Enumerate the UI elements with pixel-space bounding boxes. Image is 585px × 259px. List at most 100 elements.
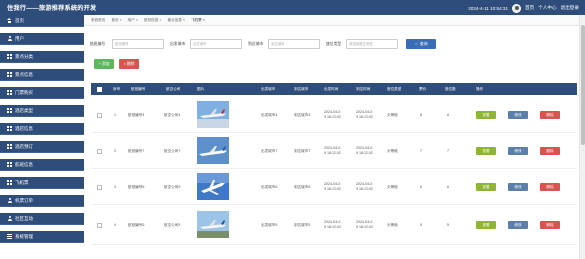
delete-button[interactable]: 删除 (540, 147, 560, 155)
sidebar-item-ticket-purchase[interactable]: 门票购买 (0, 87, 84, 99)
flight-image (197, 211, 229, 238)
cell-flight-no: 航班编号6 (128, 185, 145, 189)
sidebar-item-community[interactable]: 社区互动 (0, 213, 84, 225)
tab-attraction-info[interactable]: 景点信息 × (167, 18, 184, 23)
sidebar-item-hotel-booking[interactable]: 酒店预订 (0, 141, 84, 153)
grid-icon (7, 54, 12, 59)
flight-image (197, 137, 229, 164)
heart-icon: ♡ (414, 42, 418, 47)
view-button[interactable]: 查看 (476, 221, 496, 229)
delete-label: 删除 (126, 61, 135, 66)
cell-index: 4 (114, 223, 116, 227)
col-arrive-time: 到达时间 (356, 87, 371, 91)
search-bar: 航班编号 航班编号 出发城市 出发城市 到达城市 到达城市 座位类型 请选择座位… (84, 39, 579, 49)
cell-arrive-time: 2024-04-0 9 18:12:02 (356, 110, 373, 119)
sidebar-item-label: 系统管理 (15, 233, 33, 239)
cell-airline: 航空公司5 (164, 223, 181, 227)
app-title: 住我行——旅游推荐系统的开发 (7, 5, 97, 12)
home-link[interactable]: 首页 (525, 5, 534, 11)
cell-seat-type: 头等舱 (387, 223, 398, 227)
sidebar-item-home[interactable]: 首页 (0, 15, 84, 27)
avatar[interactable] (512, 3, 522, 13)
row-checkbox[interactable] (97, 149, 102, 154)
grid-icon (7, 144, 12, 149)
cell-arrive-time: 2024-04-0 9 18:12:02 (356, 146, 373, 155)
sidebar-item-air-ticket[interactable]: 飞机票 (0, 177, 84, 189)
col-actions: 操作 (476, 87, 484, 91)
cell-flight-no: 航班编号5 (128, 223, 145, 227)
tab-system-home[interactable]: 系统首页 (91, 18, 105, 23)
cell-airline: 航空公司7 (164, 149, 181, 153)
view-button[interactable]: 查看 (476, 183, 496, 191)
sidebar-item-label: 社区互动 (15, 215, 33, 221)
view-button[interactable]: 查看 (476, 111, 496, 119)
logout-link[interactable]: 退出登录 (561, 5, 579, 11)
cell-seats: 6 (447, 185, 449, 189)
edit-button[interactable]: 修改 (508, 111, 528, 119)
tab-air-ticket[interactable]: 飞机票 × (191, 18, 205, 23)
cell-depart-city: 出发城市5 (261, 223, 278, 227)
sidebar-item-hotel-info[interactable]: 酒店信息 (0, 123, 84, 135)
cell-arrive-city: 到达城市5 (294, 223, 311, 227)
cell-airline: 航空公司4 (164, 113, 181, 117)
col-index: 序号 (113, 87, 121, 91)
home-icon (7, 18, 12, 23)
plus-icon: + (98, 62, 101, 66)
grid-icon (7, 180, 12, 185)
depart-city-label: 出发城市 (170, 41, 186, 46)
grid-icon (7, 126, 12, 131)
row-checkbox[interactable] (97, 223, 102, 228)
tab-home[interactable]: 首页 × (111, 18, 121, 23)
edit-button[interactable]: 修改 (508, 147, 528, 155)
delete-button[interactable]: 删除 (540, 221, 560, 229)
sidebar-item-flight-info[interactable]: 航班信息 (0, 159, 84, 171)
batch-delete-button[interactable]: × 删除 (119, 59, 139, 69)
arrive-city-input[interactable]: 到达城市 (268, 39, 320, 49)
cell-flight-no: 航班编号7 (128, 149, 145, 153)
sidebar-item-attraction-category[interactable]: 景点分类 (0, 51, 84, 63)
sidebar-item-users[interactable]: 用户 (0, 33, 84, 45)
edit-button[interactable]: 修改 (508, 183, 528, 191)
col-price: 票价 (419, 87, 427, 91)
add-button[interactable]: + 添加 (94, 59, 114, 69)
delete-button[interactable]: 删除 (540, 111, 560, 119)
cell-arrive-city: 到达城市7 (294, 149, 311, 153)
cell-seat-type: 头等舱 (387, 149, 398, 153)
main-content: 系统首页 首页 × 用户 × 航班信息 × 景点信息 × 飞机票 × 航班编号 … (84, 15, 579, 259)
seat-type-label: 座位类型 (326, 41, 342, 46)
cell-seats: 8 (447, 113, 449, 117)
sidebar-item-attraction-info[interactable]: 景点信息 (0, 69, 84, 81)
header-right: 2024-4-11 10:54:31 首页 个人中心 退出登录 (468, 3, 579, 13)
cell-price: 5 (420, 223, 422, 227)
delete-button[interactable]: 删除 (540, 183, 560, 191)
scrollbar-thumb[interactable] (581, 25, 585, 145)
profile-link[interactable]: 个人中心 (538, 5, 556, 11)
row-checkbox[interactable] (97, 113, 102, 118)
row-checkbox[interactable] (97, 185, 102, 190)
page-scrollbar[interactable] (579, 15, 585, 259)
sidebar-item-ticket-orders[interactable]: 机票订单 (0, 195, 84, 207)
table-row: 3 航班编号6 航空公司6 出发城市6 到达城市6 2024-04-0 9 18… (91, 169, 577, 205)
tab-users[interactable]: 用户 × (128, 18, 138, 23)
flight-no-input[interactable]: 航班编号 (112, 39, 164, 49)
view-button[interactable]: 查看 (476, 147, 496, 155)
select-all-checkbox[interactable] (97, 86, 102, 92)
table-row: 2 航班编号7 航空公司7 出发城市7 到达城市7 2024-04-0 9 18… (91, 133, 577, 169)
user-icon (7, 198, 12, 203)
tab-flight-info[interactable]: 航班信息 × (144, 18, 161, 23)
grid-icon (7, 90, 12, 95)
depart-city-input[interactable]: 出发城市 (190, 39, 242, 49)
flight-image (197, 101, 229, 128)
edit-button[interactable]: 修改 (508, 221, 528, 229)
sidebar-item-label: 航班信息 (15, 161, 33, 167)
sidebar-item-system[interactable]: 系统管理 (0, 231, 84, 243)
cell-depart-city: 出发城市7 (261, 149, 278, 153)
cell-seat-type: 头等舱 (387, 185, 398, 189)
col-seat-type: 座位类型 (387, 87, 402, 91)
sidebar-item-hotel-type[interactable]: 酒店类型 (0, 105, 84, 117)
seat-type-select[interactable]: 请选择座位类型 (346, 39, 398, 49)
flight-image (197, 173, 229, 200)
airplane-photo-icon (197, 137, 229, 164)
query-button[interactable]: ♡ 查询 (406, 39, 436, 49)
sidebar-item-label: 酒店信息 (15, 125, 33, 131)
